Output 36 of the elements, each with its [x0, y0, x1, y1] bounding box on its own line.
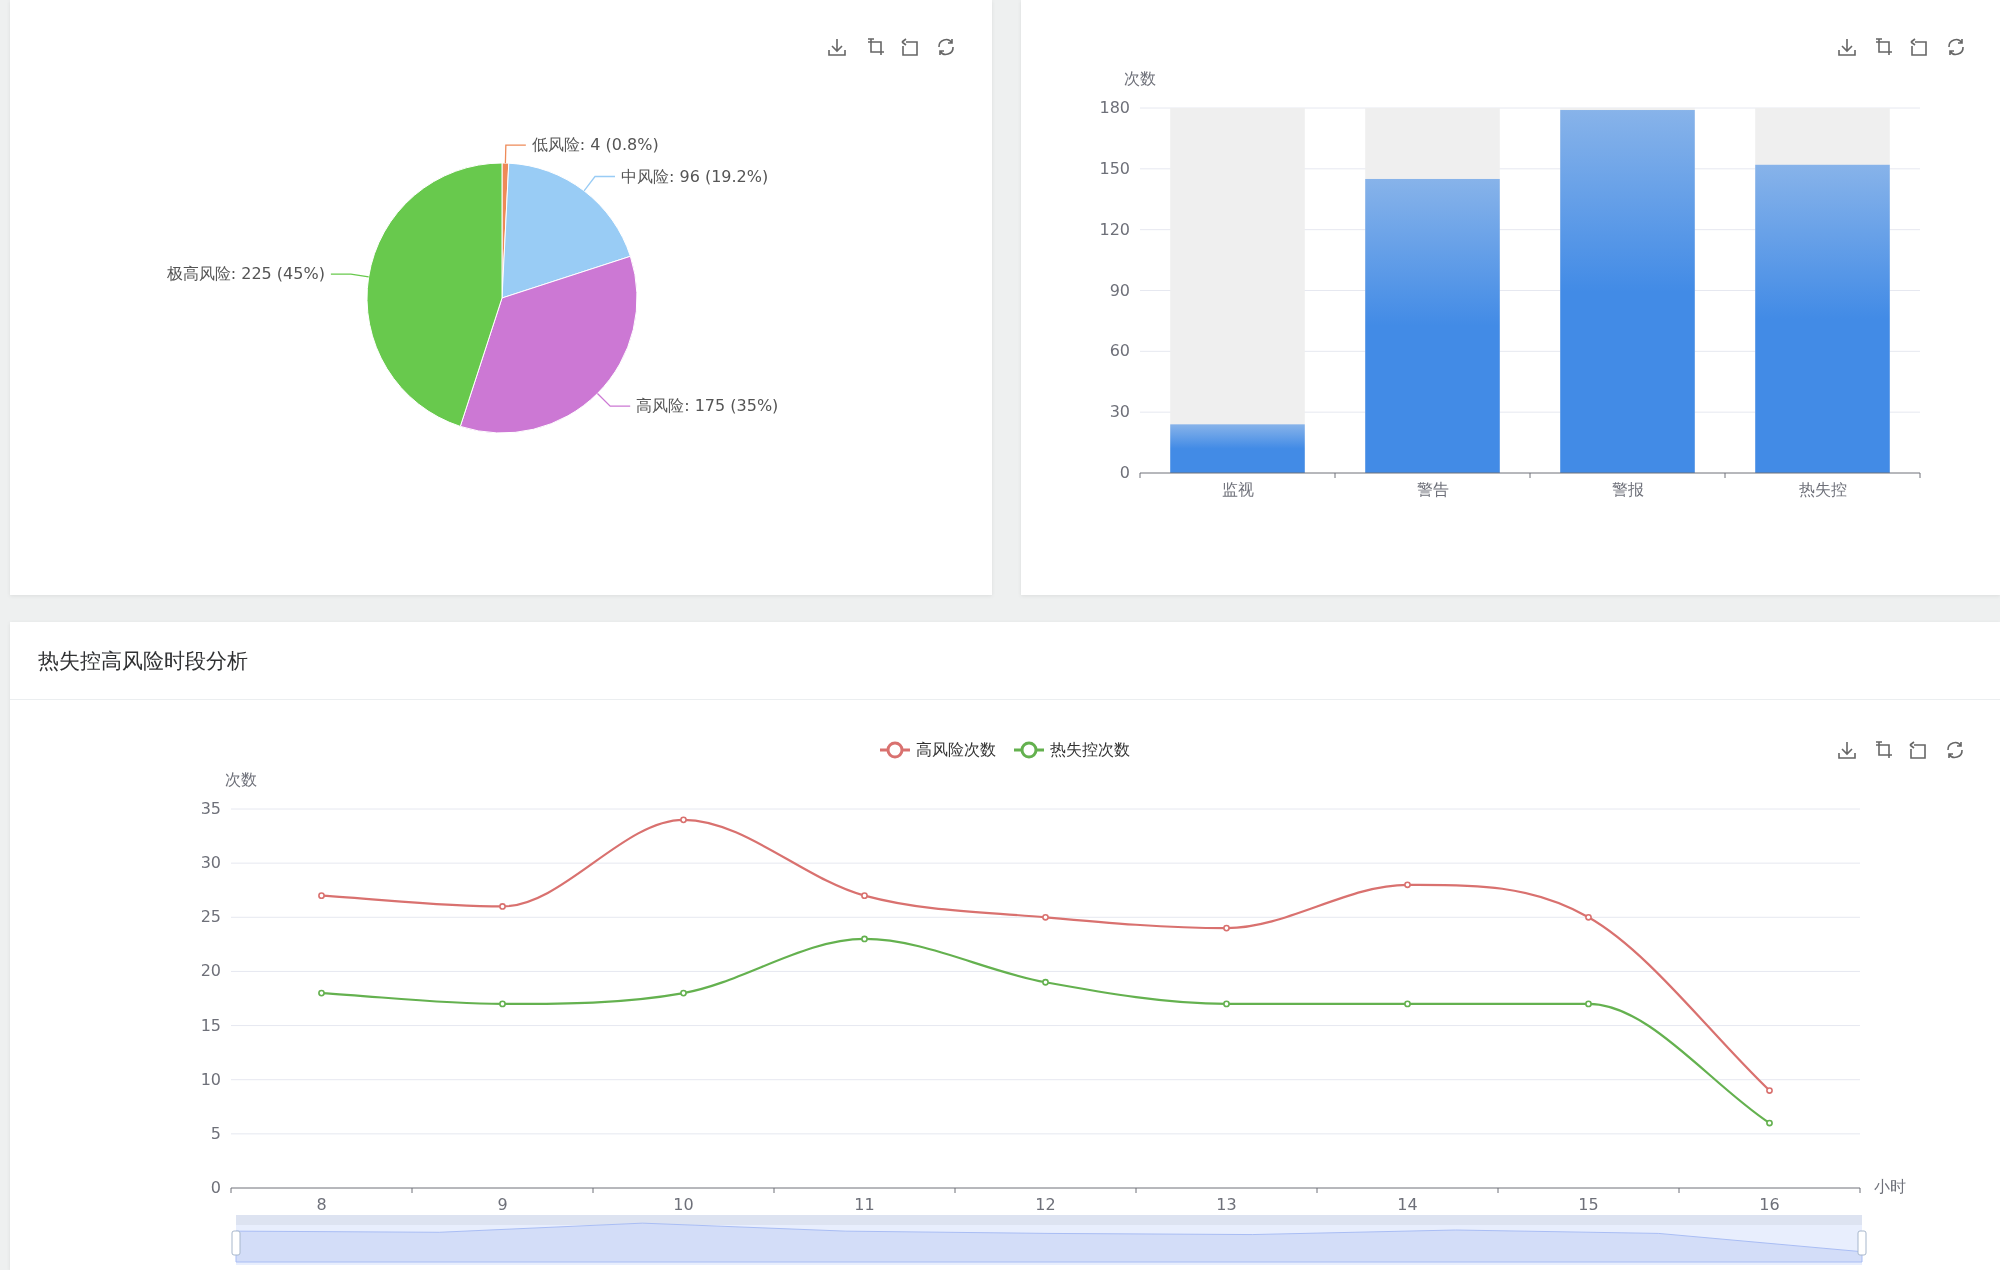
axis-label: 5 — [210, 1123, 221, 1143]
axis-label: 35 — [200, 799, 221, 818]
axis-label: 20 — [200, 961, 221, 981]
axis-label: 10 — [673, 1195, 694, 1214]
slice-label: 低风险: 4 (0.8%) — [531, 135, 659, 155]
axis-label: 10 — [200, 1069, 221, 1089]
axis-label: 0 — [210, 1178, 221, 1197]
axis-label: 15 — [200, 1015, 221, 1035]
axis-label: 13 — [1216, 1195, 1237, 1214]
panel-title: 热失控高风险时段分析 — [38, 647, 248, 675]
axis-label: 14 — [1397, 1195, 1418, 1214]
axis-label: 热失控 — [1798, 480, 1847, 499]
axis-label: 警报 — [1611, 480, 1644, 499]
axis-label: 9 — [497, 1195, 508, 1214]
axis-label: 16 — [1759, 1195, 1780, 1214]
slice-label: 极高风险: 225 (45%) — [166, 264, 325, 284]
slice-label: 高风险: 175 (35%) — [636, 396, 779, 416]
axis-label: 120 — [1099, 219, 1130, 239]
axis-label: 15 — [1578, 1195, 1599, 1214]
axis-label: 12 — [1035, 1195, 1056, 1214]
axis-label: 8 — [316, 1195, 327, 1214]
axis-title: 次数 — [225, 770, 257, 789]
axis-label: 30 — [1109, 402, 1130, 422]
slice-label: 中风险: 96 (19.2%) — [621, 166, 769, 186]
axis-label: 0 — [1119, 463, 1130, 482]
axis-label: 180 — [1099, 98, 1130, 117]
axis-label: 30 — [200, 853, 221, 873]
axis-label: 监视 — [1221, 480, 1254, 499]
axis-label: 150 — [1099, 158, 1130, 178]
axis-label: 90 — [1109, 280, 1130, 300]
axis-label: 警告 — [1416, 480, 1449, 499]
axis-title: 次数 — [1124, 69, 1156, 88]
axis-label: 60 — [1109, 341, 1130, 361]
axis-label: 25 — [200, 907, 221, 927]
axis-label: 11 — [854, 1195, 875, 1214]
axis-title: 小时 — [1874, 1177, 1906, 1196]
